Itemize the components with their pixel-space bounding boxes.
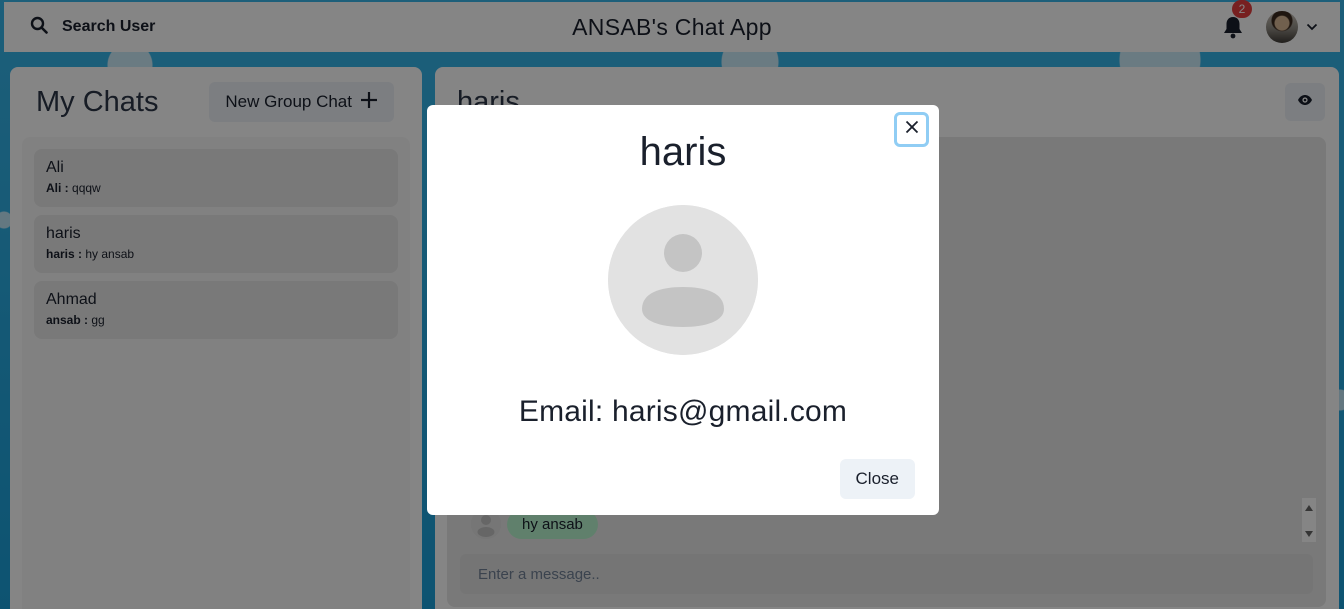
profile-modal: haris Email: haris@gmail.com Close <box>427 105 939 515</box>
profile-email: Email: haris@gmail.com <box>518 395 848 428</box>
profile-avatar <box>608 205 758 355</box>
modal-close-button[interactable]: Close <box>839 459 915 499</box>
modal-close-x-button[interactable] <box>894 112 929 147</box>
close-icon <box>905 120 919 139</box>
modal-title: haris <box>639 130 727 174</box>
